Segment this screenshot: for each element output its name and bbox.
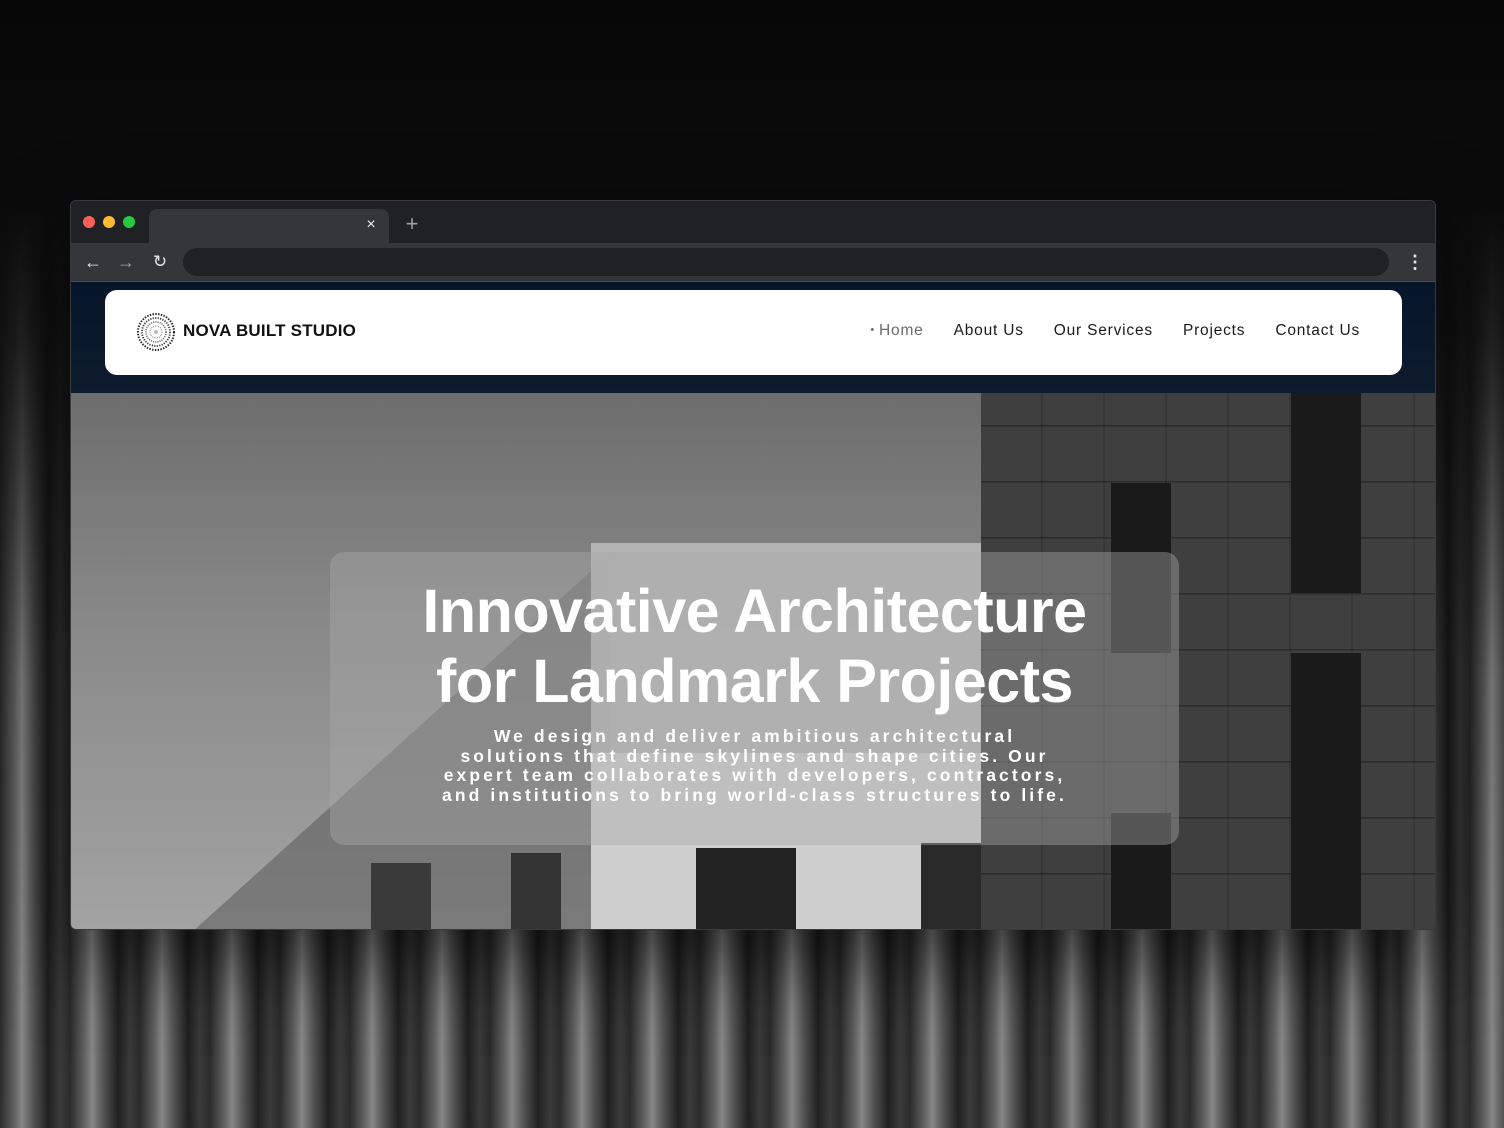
kebab-menu-icon[interactable]: ⋮ (1405, 250, 1425, 274)
browser-window: × + ← → ↻ ⋮ NOVA BUILT STUDIO Home About… (70, 200, 1436, 930)
hero-image-window (511, 853, 561, 929)
hero-subtitle: We design and deliver ambitious architec… (442, 726, 1067, 805)
hero-image-window (696, 848, 796, 929)
reload-icon[interactable]: ↻ (148, 250, 172, 274)
minimize-window-button[interactable] (103, 216, 115, 228)
address-bar[interactable] (183, 248, 1389, 276)
hero-image-window (1291, 653, 1361, 929)
site-navbar: NOVA BUILT STUDIO Home About Us Our Serv… (105, 290, 1402, 375)
forward-arrow-icon[interactable]: → (114, 250, 138, 274)
brand-name[interactable]: NOVA BUILT STUDIO (183, 321, 356, 341)
hero-image-window (371, 863, 431, 929)
nav-link-contact-us[interactable]: Contact Us (1275, 322, 1360, 340)
page-viewport: NOVA BUILT STUDIO Home About Us Our Serv… (71, 282, 1435, 929)
hero-section: Innovative Architecture for Landmark Pro… (71, 393, 1435, 929)
nav-links: Home About Us Our Services Projects Cont… (870, 322, 1360, 340)
browser-tab[interactable]: × (149, 209, 389, 243)
back-arrow-icon[interactable]: ← (81, 250, 105, 274)
hero-title: Innovative Architecture for Landmark Pro… (330, 576, 1179, 716)
brand-logo-icon[interactable] (137, 313, 175, 351)
tab-bar: × + (71, 201, 1435, 243)
nav-link-about-us[interactable]: About Us (954, 322, 1024, 340)
browser-toolbar: ← → ↻ ⋮ (71, 243, 1435, 282)
close-tab-icon[interactable]: × (361, 215, 381, 235)
close-window-button[interactable] (83, 216, 95, 228)
maximize-window-button[interactable] (123, 216, 135, 228)
nav-link-projects[interactable]: Projects (1183, 322, 1245, 340)
hero-title-line-2: for Landmark Projects (436, 647, 1073, 715)
nav-link-home[interactable]: Home (870, 322, 923, 340)
new-tab-icon[interactable]: + (401, 213, 423, 235)
hero-text-card: Innovative Architecture for Landmark Pro… (330, 552, 1179, 845)
hero-title-line-1: Innovative Architecture (422, 577, 1087, 645)
hero-image-window (1291, 393, 1361, 593)
hero-image-window (921, 843, 981, 929)
nav-link-our-services[interactable]: Our Services (1054, 322, 1153, 340)
